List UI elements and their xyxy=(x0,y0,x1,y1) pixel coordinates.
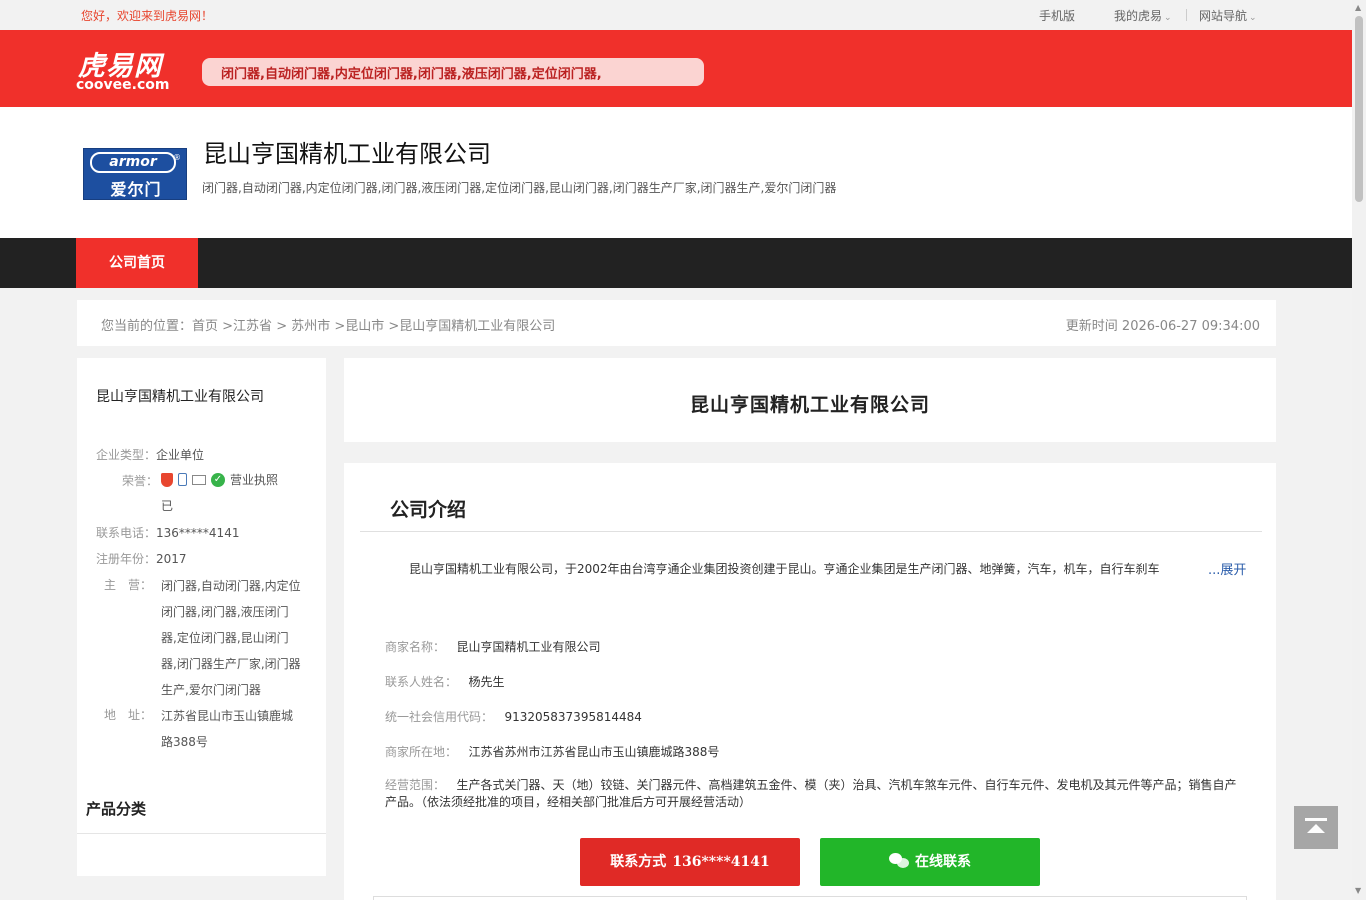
site-nav-label: 网站导航 xyxy=(1199,9,1248,23)
breadcrumb-prefix: 您当前的位置： xyxy=(101,319,193,334)
breadcrumb-city[interactable]: > 苏州市 xyxy=(272,319,330,334)
site-header: 虎易网 coovee.com 闭门器,自动闭门器,内定位闭门器,闭门器,液压闭门… xyxy=(0,30,1352,107)
divider xyxy=(1186,9,1187,21)
divider xyxy=(360,531,1262,532)
sidebar-company-name[interactable]: 昆山亨国精机工业有限公司 xyxy=(96,386,264,406)
info-value: 江苏省苏州市江苏省昆山市玉山镇鹿城路388号 xyxy=(468,745,720,759)
welcome-text: 您好，欢迎来到虎易网！ xyxy=(81,9,214,23)
breadcrumb-bar: 您当前的位置：首页 >江苏省 > 苏州市 >昆山市 >昆山亨国精机工业有限公司 … xyxy=(77,300,1276,346)
my-account-label: 我的虎易 xyxy=(1114,9,1163,23)
phone-label: 联系电话： xyxy=(96,526,157,540)
divider xyxy=(77,833,326,834)
business-scope: 经营范围： 生产各式关门器、天（地）铰链、关门器元件、高档建筑五金件、模（夹）治… xyxy=(385,777,1245,811)
intro-text: 昆山亨国精机工业有限公司，于2002年由台湾亨通企业集团投资创建于昆山。亨通企业… xyxy=(409,562,1160,576)
keyword-banner: 闭门器,自动闭门器,内定位闭门器,闭门器,液压闭门器,定位闭门器, xyxy=(202,58,704,86)
site-nav-menu[interactable]: 网站导航 ⌄ xyxy=(1199,7,1257,24)
online-contact-button[interactable]: 在线联系 xyxy=(820,838,1040,886)
back-to-top-icon xyxy=(1305,818,1327,821)
scope-label: 经营范围： xyxy=(385,778,446,792)
chevron-down-icon: ⌄ xyxy=(1249,13,1257,23)
contact-number: 136****4141 xyxy=(672,854,770,870)
main-business-value: 闭门器,自动闭门器,内定位闭门器,闭门器,液压闭门器,定位闭门器,昆山闭门器,闭… xyxy=(161,579,301,697)
info-value: 杨先生 xyxy=(468,675,505,689)
back-to-top-button[interactable] xyxy=(1294,806,1338,849)
company-nav: 公司首页 xyxy=(0,238,1352,288)
company-header: armor ® 爱尔门 昆山亨国精机工业有限公司 闭门器,自动闭门器,内定位闭门… xyxy=(0,107,1352,238)
expand-link[interactable]: ...展开 xyxy=(1208,559,1246,578)
breadcrumb-home[interactable]: 首页 xyxy=(192,319,218,334)
scroll-up-icon[interactable]: ▲ xyxy=(1355,3,1361,12)
check-icon: ✓ xyxy=(211,472,225,487)
info-label: 商家名称： xyxy=(385,640,446,654)
page-scrollbar[interactable]: ▲ ▼ xyxy=(1352,0,1366,900)
year-value: 2017 xyxy=(156,552,187,566)
registered-mark: ® xyxy=(173,153,181,162)
site-logo-domain: coovee.com xyxy=(76,77,170,93)
address-label: 地 址： xyxy=(104,708,153,722)
mobile-link[interactable]: 手机版 xyxy=(1039,7,1075,24)
info-label: 商家所在地： xyxy=(385,745,458,759)
honor-icons: ✓ 营业执照 xyxy=(161,471,278,488)
company-type-value: 企业单位 xyxy=(156,448,205,462)
phone-value: 136*****4141 xyxy=(156,526,240,540)
shield-icon xyxy=(161,472,173,487)
breadcrumb: 您当前的位置：首页 >江苏省 > 苏州市 >昆山市 >昆山亨国精机工业有限公司 xyxy=(101,315,555,334)
address-value: 江苏省昆山市玉山镇鹿城路388号 xyxy=(161,709,294,749)
honor-second-line: 已 xyxy=(161,499,174,513)
honor-label: 荣誉： xyxy=(122,474,159,488)
company-type-row: 企业类型：企业单位 xyxy=(96,446,204,463)
tab-company-home[interactable]: 公司首页 xyxy=(76,238,198,288)
scope-value: 生产各式关门器、天（地）铰链、关门器元件、高档建筑五金件、模（夹）治具、汽机车煞… xyxy=(385,778,1237,809)
breadcrumb-county[interactable]: >昆山市 xyxy=(330,319,384,334)
phone-row: 联系电话：136*****4141 xyxy=(96,524,239,541)
info-label: 统一社会信用代码： xyxy=(385,710,494,724)
info-value: 昆山亨国精机工业有限公司 xyxy=(456,640,601,654)
company-logo: armor ® 爱尔门 xyxy=(83,148,187,200)
intro-heading: 公司介绍 xyxy=(390,499,467,521)
logo-brand-text: armor xyxy=(90,152,176,173)
breadcrumb-company[interactable]: >昆山亨国精机工业有限公司 xyxy=(384,319,555,334)
product-category-heading: 产品分类 xyxy=(86,800,147,818)
scrollbar-thumb[interactable] xyxy=(1355,16,1363,202)
update-label: 更新时间 xyxy=(1065,319,1118,334)
info-label: 联系人姓名： xyxy=(385,675,458,689)
company-tags: 闭门器,自动闭门器,内定位闭门器,闭门器,液压闭门器,定位闭门器,昆山闭门器,闭… xyxy=(202,181,837,195)
phone-verified-icon xyxy=(178,473,187,486)
page-title: 昆山亨国精机工业有限公司 xyxy=(689,394,930,416)
info-value: 913205837395814484 xyxy=(504,710,642,724)
contact-button[interactable]: 联系方式 136****4141 xyxy=(580,838,800,886)
main-title-box: 昆山亨国精机工业有限公司 xyxy=(344,358,1276,442)
chevron-down-icon: ⌄ xyxy=(1164,13,1172,23)
main-business-label: 主 营： xyxy=(104,578,153,592)
breadcrumb-province[interactable]: >江苏省 xyxy=(218,319,272,334)
table-top-border xyxy=(373,896,1247,900)
mail-verified-icon xyxy=(192,474,206,485)
wechat-icon xyxy=(889,853,909,869)
contact-button-label: 联系方式 xyxy=(610,854,667,870)
company-intro: 公司介绍 昆山亨国精机工业有限公司，于2002年由台湾亨通企业集团投资创建于昆山… xyxy=(344,463,1276,900)
logo-cn-text: 爱尔门 xyxy=(110,180,162,199)
update-value: 2026-06-27 09:34:00 xyxy=(1121,319,1260,334)
company-name: 昆山亨国精机工业有限公司 xyxy=(203,140,491,168)
top-bar: 您好，欢迎来到虎易网！ 手机版 我的虎易 ⌄ 网站导航 ⌄ xyxy=(0,0,1352,30)
scroll-down-icon[interactable]: ▼ xyxy=(1355,886,1361,895)
company-sidebar: 昆山亨国精机工业有限公司 企业类型：企业单位 荣誉： ✓ 营业执照 已 联系电话… xyxy=(77,358,326,876)
info-credit-code: 统一社会信用代码： 913205837395814484 xyxy=(385,708,642,725)
info-merchant-name: 商家名称： 昆山亨国精机工业有限公司 xyxy=(385,638,600,655)
my-account-menu[interactable]: 我的虎易 ⌄ xyxy=(1114,7,1172,24)
info-contact-person: 联系人姓名： 杨先生 xyxy=(385,673,504,690)
info-location: 商家所在地： 江苏省苏州市江苏省昆山市玉山镇鹿城路388号 xyxy=(385,743,719,760)
update-time: 更新时间 2026-06-27 09:34:00 xyxy=(1066,315,1260,334)
license-text: 营业执照 xyxy=(230,473,279,487)
arrow-up-icon xyxy=(1307,824,1325,833)
year-row: 注册年份：2017 xyxy=(96,550,187,567)
online-contact-label: 在线联系 xyxy=(915,854,971,870)
year-label: 注册年份： xyxy=(96,552,157,566)
company-type-label: 企业类型： xyxy=(96,448,157,462)
